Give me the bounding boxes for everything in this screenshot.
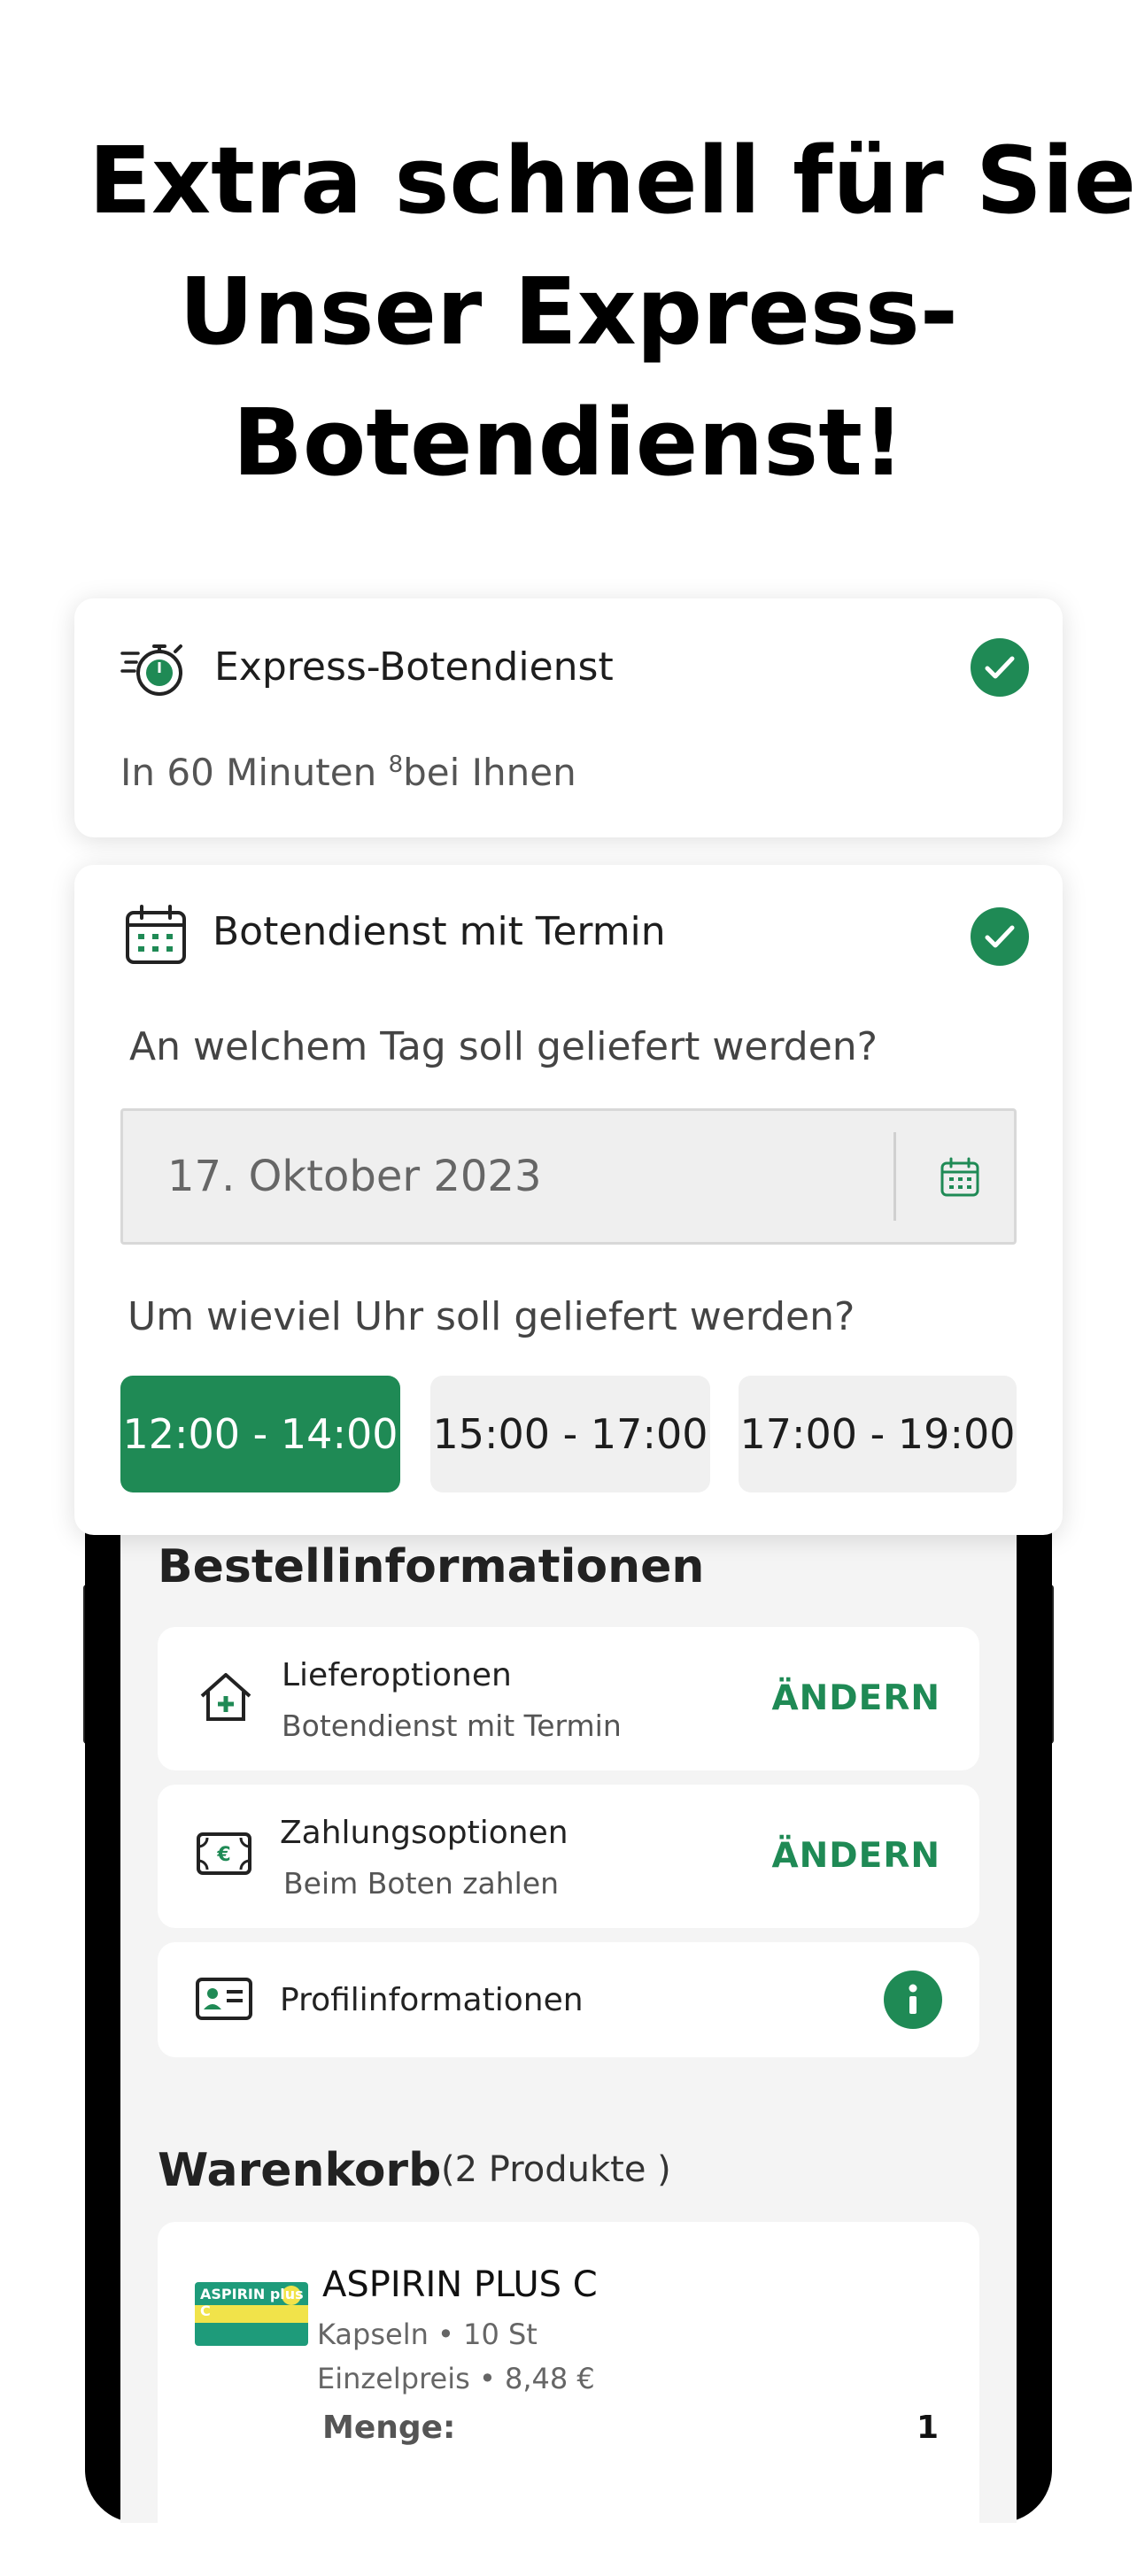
profile-info-card[interactable]: Profilinformationen bbox=[158, 1942, 979, 2057]
calendar-picker-icon[interactable] bbox=[940, 1157, 980, 1201]
express-delivery-card[interactable]: Express-Botendienst In 60 Minuten 8bei I… bbox=[74, 598, 1063, 837]
payment-options-value: Beim Boten zahlen bbox=[283, 1866, 560, 1901]
time-slot-12-14[interactable]: 12:00 - 14:00 bbox=[120, 1376, 400, 1492]
change-payment-button[interactable]: ÄNDERN bbox=[771, 1836, 940, 1876]
check-icon bbox=[971, 638, 1029, 697]
date-picker-field[interactable] bbox=[120, 1108, 1017, 1245]
delivery-options-card[interactable]: Lieferoptionen Botendienst mit Termin ÄN… bbox=[158, 1627, 979, 1770]
promo-headline: Extra schnell für Sie: Unser Express- Bo… bbox=[0, 115, 1137, 508]
calendar-icon bbox=[124, 904, 188, 969]
day-question: An welchem Tag soll geliefert werden? bbox=[129, 1024, 878, 1069]
profile-info-label: Profilinformationen bbox=[280, 1982, 584, 2018]
express-delivery-subtext: In 60 Minuten 8bei Ihnen bbox=[120, 751, 576, 794]
change-delivery-button[interactable]: ÄNDERN bbox=[771, 1678, 940, 1718]
cart-title: Warenkorb bbox=[158, 2144, 442, 2197]
headline-line-1: Extra schnell für Sie: bbox=[89, 127, 1137, 235]
phone-screen: Bestellinformationen Lieferoptionen Bote… bbox=[120, 1461, 1017, 2576]
scheduled-delivery-card[interactable]: Botendienst mit Termin An welchem Tag so… bbox=[74, 865, 1063, 1535]
product-image: ASPIRIN plus C bbox=[195, 2282, 308, 2346]
product-name: ASPIRIN PLUS C bbox=[322, 2264, 598, 2305]
time-slot-17-19[interactable]: 17:00 - 19:00 bbox=[739, 1376, 1017, 1492]
quantity-value: 1 bbox=[916, 2410, 939, 2446]
stopwatch-icon bbox=[120, 641, 191, 703]
payment-options-label: Zahlungsoptionen bbox=[280, 1815, 568, 1851]
time-question: Um wieviel Uhr soll geliefert werden? bbox=[128, 1294, 855, 1339]
delivery-options-value: Botendienst mit Termin bbox=[282, 1708, 622, 1743]
cart-item-card[interactable]: ASPIRIN plus C ASPIRIN PLUS C Kapseln • … bbox=[158, 2222, 979, 2576]
delivery-options-label: Lieferoptionen bbox=[282, 1657, 512, 1693]
product-price: Einzelpreis • 8,48 € bbox=[317, 2362, 595, 2395]
payment-options-card[interactable]: € Zahlungsoptionen Beim Boten zahlen ÄND… bbox=[158, 1785, 979, 1928]
headline-line-2: Unser Express- bbox=[179, 258, 958, 366]
product-image-label: ASPIRIN plus C bbox=[200, 2286, 304, 2319]
express-subtext-suffix: bei Ihnen bbox=[403, 751, 576, 794]
quantity-label: Menge: bbox=[322, 2410, 456, 2446]
express-delivery-title: Express-Botendienst bbox=[214, 644, 614, 690]
time-slot-15-17[interactable]: 15:00 - 17:00 bbox=[430, 1376, 710, 1492]
svg-text:€: € bbox=[216, 1844, 230, 1866]
scheduled-delivery-title: Botendienst mit Termin bbox=[213, 909, 666, 954]
express-subtext-prefix: In 60 Minuten bbox=[120, 751, 389, 794]
date-input[interactable] bbox=[123, 1111, 893, 1242]
date-field-divider bbox=[893, 1132, 896, 1221]
order-info-title: Bestellinformationen bbox=[158, 1540, 705, 1593]
headline-line-3: Botendienst! bbox=[232, 389, 905, 497]
footnote-marker: 8 bbox=[388, 752, 404, 778]
house-plus-icon bbox=[195, 1666, 257, 1731]
id-card-icon bbox=[195, 1976, 253, 2025]
cart-count: (2 Produkte ) bbox=[441, 2149, 671, 2190]
euro-cash-icon: € bbox=[195, 1827, 253, 1884]
check-icon bbox=[971, 907, 1029, 966]
product-meta: Kapseln • 10 St bbox=[317, 2318, 538, 2351]
info-icon[interactable] bbox=[884, 1971, 942, 2029]
